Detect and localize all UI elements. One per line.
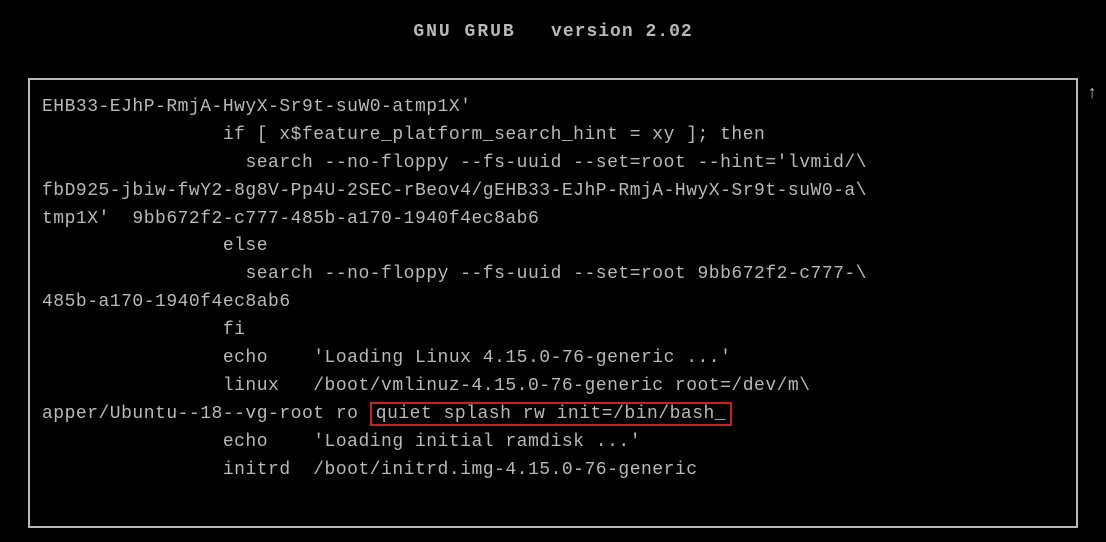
grub-title: GNU GRUB	[413, 22, 515, 42]
code-line[interactable]: if [ x$feature_platform_search_hint = xy…	[42, 125, 765, 145]
grub-edit-frame[interactable]: EHB33-EJhP-RmjA-HwyX-Sr9t-suW0-atmp1X' i…	[28, 78, 1078, 528]
highlighted-kernel-params[interactable]: quiet splash rw init=/bin/bash_	[370, 402, 732, 426]
code-line[interactable]: else	[42, 236, 268, 256]
grub-version: version 2.02	[551, 22, 693, 42]
code-line[interactable]: search --no-floppy --fs-uuid --set=root …	[42, 264, 867, 284]
grub-edit-content[interactable]: EHB33-EJhP-RmjA-HwyX-Sr9t-suW0-atmp1X' i…	[42, 94, 1066, 484]
code-line[interactable]: EHB33-EJhP-RmjA-HwyX-Sr9t-suW0-atmp1X'	[42, 97, 471, 117]
grub-header: GNU GRUB version 2.02	[0, 0, 1106, 56]
code-line[interactable]: apper/Ubuntu--18--vg-root ro	[42, 404, 370, 424]
code-line[interactable]: tmp1X' 9bb672f2-c777-485b-a170-1940f4ec8…	[42, 209, 539, 229]
code-line[interactable]: echo 'Loading Linux 4.15.0-76-generic ..…	[42, 348, 731, 368]
code-line[interactable]: echo 'Loading initial ramdisk ...'	[42, 432, 641, 452]
code-line[interactable]: fi	[42, 320, 245, 340]
code-line[interactable]: search --no-floppy --fs-uuid --set=root …	[42, 153, 867, 173]
code-line[interactable]: initrd /boot/initrd.img-4.15.0-76-generi…	[42, 460, 698, 480]
scroll-up-arrow-icon[interactable]: ↑	[1087, 84, 1098, 104]
code-line[interactable]: 485b-a170-1940f4ec8ab6	[42, 292, 291, 312]
code-line[interactable]: linux /boot/vmlinuz-4.15.0-76-generic ro…	[42, 376, 811, 396]
code-line[interactable]: fbD925-jbiw-fwY2-8g8V-Pp4U-2SEC-rBeov4/g…	[42, 181, 867, 201]
